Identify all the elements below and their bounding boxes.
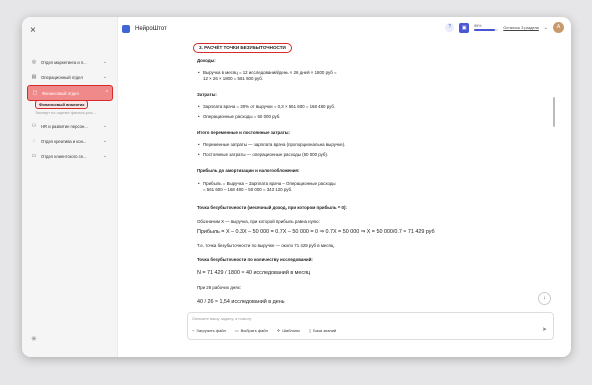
list-item: Переменные затраты — зарплата врача (про…	[198, 142, 345, 148]
list-item: Операционные расходы = 50 000 руб.	[198, 114, 280, 120]
composer: Опишите вашу задачу, я помогу ⌁ Загрузить…	[187, 312, 554, 340]
sidebar: × ◎ Отдел маркетинга и п... ⌄ ▤ Операцио…	[22, 17, 118, 357]
sidebar-item-label: Отдел креатива и кон...	[41, 138, 87, 144]
usage-percent: 85%	[474, 24, 482, 28]
sidebar-item-client-service[interactable]: ▭ Отдел клиентского се... ⌄	[27, 149, 111, 163]
pick-file-button[interactable]: ▭ Выбрать файл	[235, 328, 268, 333]
message-input[interactable]: Опишите вашу задачу, я помогу	[192, 316, 251, 321]
formula: N = 71 429 / 1800 ≈ 40 исследований в ме…	[197, 270, 311, 276]
pick-file-label: Выбрать файл	[240, 328, 268, 333]
heading-costs: Затраты:	[197, 92, 217, 97]
chevron-down-icon[interactable]: ⌄	[544, 25, 548, 31]
avatar[interactable]: A	[553, 22, 564, 33]
sidebar-item-operations[interactable]: ▤ Операционный отдел ⌄	[27, 70, 111, 84]
send-icon[interactable]: ➤	[542, 326, 547, 333]
sidebar-item-finance[interactable]: ▢ Финансовый отдел ^	[27, 85, 113, 101]
chevron-down-icon: ⌄	[102, 123, 107, 129]
list-item: Зарплата врача = 30% от выручки = 0,3 × …	[198, 104, 335, 110]
upload-file-label: Загрузить файл	[196, 328, 226, 333]
usage-meter: 85%	[474, 24, 499, 31]
app-name: НейроШтот	[135, 26, 167, 32]
heading-income: Доходы:	[197, 58, 216, 63]
sidebar-item-label: Отдел клиентского се...	[41, 153, 87, 159]
list-item-cont: = 561 600 – 168 480 – 50 000 = 343 120 р…	[203, 187, 293, 192]
top-bar: НейроШтот ? ▣ 85% Осталось 3 раздела ⌄ A	[118, 17, 571, 41]
sidebar-item-label: Операционный отдел	[41, 74, 83, 80]
topbar-right: ? ▣ 85% Осталось 3 раздела ⌄ A	[445, 22, 564, 33]
list-item: Постоянные затраты — операционные расход…	[198, 152, 328, 158]
remaining-link[interactable]: Осталось 3 раздела	[503, 26, 539, 30]
paperclip-icon: ⌁	[192, 328, 195, 333]
paragraph: При 26 рабочих днях:	[197, 285, 242, 290]
templates-icon: ✣	[276, 328, 281, 333]
sidebar-sub-risk-expert[interactable]: Эксперт по оценке финанс-рис...	[35, 110, 96, 115]
usage-bar-fill	[474, 29, 495, 31]
chevron-down-icon: ⌄	[102, 153, 107, 159]
upload-file-button[interactable]: ⌁ Загрузить файл	[192, 328, 226, 333]
chevron-down-icon: ⌄	[102, 74, 107, 80]
people-icon: ⚇	[31, 123, 37, 129]
scrollbar[interactable]	[553, 97, 555, 127]
sidebar-item-creative[interactable]: ◌ Отдел креатива и кон... ⌄	[27, 134, 111, 148]
card-icon: ▭	[31, 153, 37, 159]
sidebar-item-hr[interactable]: ⚇ HR и развитие персон... ⌄	[27, 119, 111, 133]
heading-count: Точка безубыточности по количеству иссле…	[197, 257, 313, 262]
heading-breakeven: Точка безубыточности (месячный доход, пр…	[197, 205, 347, 210]
templates-button[interactable]: ✣ Шаблоны	[277, 328, 300, 333]
help-icon[interactable]: ?	[445, 23, 455, 32]
sidebar-item-marketing[interactable]: ◎ Отдел маркетинга и п... ⌄	[27, 55, 111, 69]
chevron-up-icon: ^	[105, 90, 108, 96]
target-icon: ◎	[31, 59, 37, 65]
close-icon[interactable]: ×	[30, 26, 36, 36]
plan-icon[interactable]: ▣	[459, 22, 470, 33]
formula: 40 / 26 ≈ 1,54 исследований в день	[197, 299, 285, 305]
sidebar-sub-financial-analyst[interactable]: Финансовый аналитик	[35, 100, 89, 109]
chat-icon: ◌	[32, 138, 36, 144]
app-window: × ◎ Отдел маркетинга и п... ⌄ ▤ Операцио…	[22, 17, 571, 357]
paragraph: Т.е. точка безубыточности по выручке — о…	[197, 243, 335, 248]
folder-icon: ▭	[234, 328, 239, 333]
scroll-down-button[interactable]: ↓	[538, 292, 551, 305]
sidebar-item-label: HR и развитие персон...	[41, 123, 88, 129]
section-title: 3. РАСЧЁТ ТОЧКИ БЕЗУБЫТОЧНОСТИ	[193, 43, 292, 53]
list-icon: ▤	[31, 74, 37, 80]
chevron-down-icon: ⌄	[102, 59, 107, 65]
formula: Прибыль = X – 0.3X – 50 000 = 0.7X – 50 …	[197, 229, 435, 235]
wallet-icon: ▢	[32, 90, 38, 96]
chevron-down-icon: ⌄	[102, 138, 107, 144]
sidebar-item-label: Финансовый отдел	[42, 90, 79, 96]
usage-bar	[474, 29, 499, 31]
knowledge-base-label: База знаний	[313, 328, 337, 333]
book-icon: ▯	[309, 328, 312, 333]
heading-varfix: Итого переменные и постоянные затраты:	[197, 130, 290, 135]
heading-profit: Прибыль до амортизации и налогообложения…	[197, 168, 300, 173]
paragraph: Обозначим X — выручка, при которой прибы…	[197, 219, 320, 224]
sidebar-item-label: Отдел маркетинга и п...	[41, 59, 87, 65]
composer-tools: ⌁ Загрузить файл ▭ Выбрать файл ✣ Шаблоны ▯…	[192, 328, 336, 333]
list-item-cont: 12 × 26 × 1800 = 561 600 руб.	[203, 76, 264, 81]
knowledge-base-button[interactable]: ▯ База знаний	[309, 328, 336, 333]
templates-label: Шаблоны	[282, 328, 301, 333]
app-logo-icon	[122, 25, 130, 33]
settings-icon[interactable]: ✳	[31, 335, 37, 343]
chat-message: 3. РАСЧЁТ ТОЧКИ БЕЗУБЫТОЧНОСТИ Доходы: В…	[193, 43, 497, 313]
